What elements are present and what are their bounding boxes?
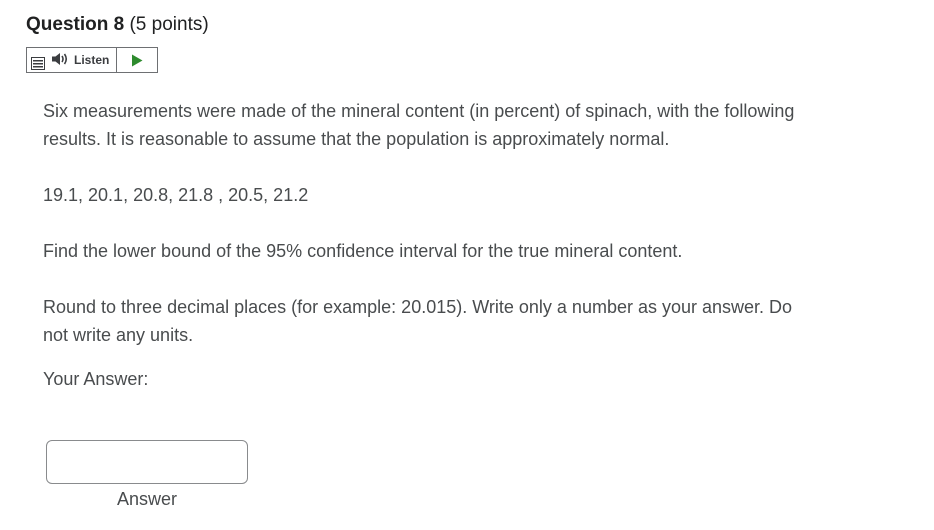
speaker-icon	[51, 52, 69, 69]
listen-label: Listen	[74, 53, 110, 67]
rounding-instruction: Round to three decimal places (for examp…	[43, 297, 793, 345]
question-instruction: Find the lower bound of the 95% confiden…	[43, 241, 683, 261]
question-title: Question 8	[26, 14, 125, 35]
question-intro: Six measurements were made of the minera…	[43, 101, 795, 149]
answer-caption: Answer	[116, 489, 178, 509]
answer-input[interactable]	[46, 440, 248, 484]
listen-widget: Listen	[26, 47, 159, 73]
play-icon	[132, 54, 143, 66]
question-body: Six measurements were made of the minera…	[43, 97, 803, 393]
menu-icon[interactable]	[27, 48, 49, 72]
play-button[interactable]	[117, 48, 157, 72]
question-data-values: 19.1, 20.1, 20.8, 21.8 , 20.5, 21.2	[43, 185, 309, 205]
listen-button[interactable]: Listen	[49, 48, 118, 72]
question-points: (5 points)	[129, 14, 209, 35]
question-header: Question 8 (5 points)	[26, 14, 209, 36]
your-answer-label: Your Answer:	[43, 369, 149, 389]
question-page: Question 8 (5 points) Listen Six measure…	[0, 0, 934, 530]
